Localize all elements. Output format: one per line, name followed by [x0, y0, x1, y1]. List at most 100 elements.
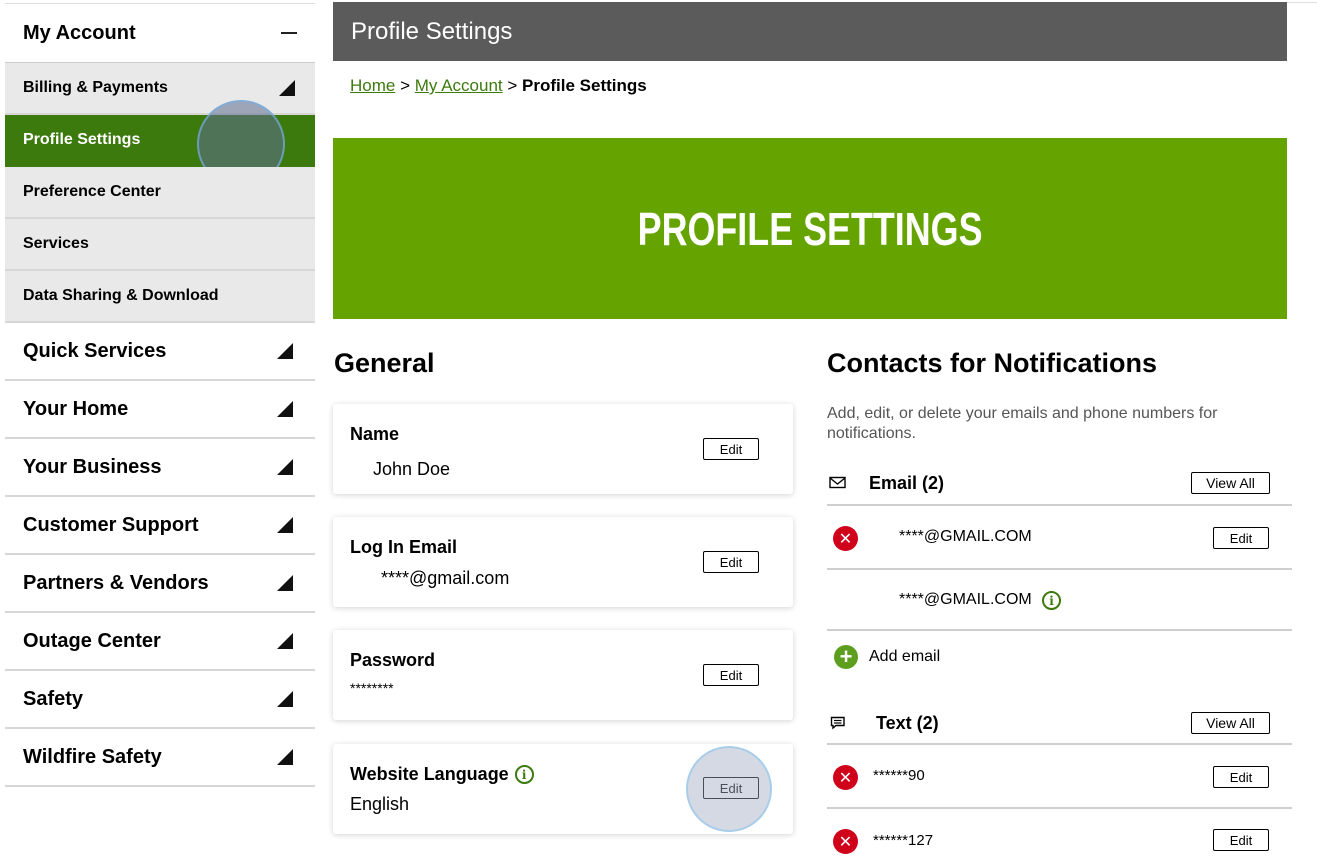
expand-triangle-icon — [277, 691, 293, 707]
text-row: ✕ ******90 Edit — [827, 747, 1292, 807]
delete-icon[interactable]: ✕ — [833, 765, 858, 790]
edit-text-contact-button[interactable]: Edit — [1213, 829, 1269, 851]
sidebar-item-label: Your Home — [23, 397, 129, 420]
page-header-title: Profile Settings — [351, 17, 513, 45]
login-email-card: Log In Email ****@gmail.com Edit — [333, 517, 793, 607]
divider — [827, 568, 1292, 570]
expand-triangle-icon — [277, 459, 293, 475]
email-section-header: Email (2) View All — [827, 463, 1292, 503]
email-section-title: Email (2) — [869, 472, 945, 493]
sidebar-item-label: Partners & Vendors — [23, 571, 209, 594]
expand-triangle-icon — [277, 575, 293, 591]
card-value: ****@gmail.com — [381, 568, 510, 588]
sidebar-item-label: Quick Services — [23, 339, 167, 362]
edit-text-contact-button[interactable]: Edit — [1213, 766, 1269, 788]
email-row: ****@GMAIL.COM i — [827, 572, 1292, 632]
card-label-text: Password — [350, 650, 436, 670]
sidebar-item-outage-center[interactable]: Outage Center — [5, 613, 315, 671]
edit-email-contact-button[interactable]: Edit — [1213, 527, 1269, 549]
collapse-icon[interactable] — [281, 32, 297, 34]
card-value: John Doe — [373, 459, 451, 479]
sidebar-item-label: Profile Settings — [23, 131, 141, 148]
sidebar-item-label: Preference Center — [23, 183, 161, 200]
add-icon[interactable]: + — [834, 645, 858, 669]
page-header-bar: Profile Settings — [333, 2, 1287, 61]
general-heading: General — [334, 348, 435, 378]
sidebar-item-label: Your Business — [23, 455, 162, 478]
expand-triangle-icon — [279, 80, 295, 96]
divider — [827, 504, 1292, 506]
card-value: English — [350, 794, 410, 814]
sidebar-item-data-sharing[interactable]: Data Sharing & Download — [5, 271, 315, 323]
edit-password-button[interactable]: Edit — [703, 664, 759, 686]
info-icon[interactable]: i — [514, 765, 534, 784]
divider — [827, 629, 1292, 631]
page-banner: PROFILE SETTINGS — [333, 138, 1287, 319]
sidebar-item-your-home[interactable]: Your Home — [5, 381, 315, 439]
email-value: ****@GMAIL.COM — [899, 591, 1032, 608]
card-label-text: Name — [350, 424, 400, 444]
sidebar-item-label: Billing & Payments — [23, 79, 168, 96]
text-row: ✕ ******127 Edit — [827, 811, 1292, 861]
divider — [827, 743, 1292, 745]
sidebar-item-preference-center[interactable]: Preference Center — [5, 167, 315, 219]
edit-name-button[interactable]: Edit — [703, 438, 759, 460]
sidebar-item-label: Outage Center — [23, 629, 161, 652]
sidebar-section-title: My Account — [23, 21, 136, 44]
sidebar-item-wildfire-safety[interactable]: Wildfire Safety — [5, 729, 315, 787]
breadcrumb-my-account-link[interactable]: My Account — [415, 76, 503, 95]
info-icon[interactable]: i — [1042, 591, 1061, 610]
breadcrumb-separator: > — [507, 76, 518, 95]
sidebar-item-your-business[interactable]: Your Business — [5, 439, 315, 497]
sidebar-item-label: Wildfire Safety — [23, 745, 162, 768]
sidebar-item-profile-settings[interactable]: Profile Settings — [5, 100, 315, 188]
email-row: ✕ ****@GMAIL.COM Edit — [827, 508, 1292, 568]
card-label-text: Website Language — [350, 764, 509, 784]
expand-triangle-icon — [277, 401, 293, 417]
phone-value: ******90 — [873, 767, 925, 784]
expand-triangle-icon — [277, 749, 293, 765]
email-view-all-button[interactable]: View All — [1191, 472, 1270, 494]
card-label: Password — [350, 650, 435, 671]
click-highlight — [686, 746, 772, 832]
name-card: Name John Doe Edit — [333, 404, 793, 494]
text-section-title: Text (2) — [876, 712, 939, 733]
sidebar-item-customer-support[interactable]: Customer Support — [5, 497, 315, 555]
card-label-text: Log In Email — [350, 537, 458, 557]
sidebar-nav: My Account Billing & Payments Profile Se… — [5, 3, 315, 861]
sidebar-item-quick-services[interactable]: Quick Services — [5, 323, 315, 381]
sidebar-item-label: Safety — [23, 687, 84, 710]
sidebar-item-safety[interactable]: Safety — [5, 671, 315, 729]
contacts-heading: Contacts for Notifications — [827, 348, 1158, 378]
sidebar-item-label: Services — [23, 235, 89, 252]
delete-icon[interactable]: ✕ — [833, 829, 858, 854]
card-label: Log In Email — [350, 537, 457, 558]
contacts-description: Add, edit, or delete your emails and pho… — [827, 405, 1218, 442]
password-card: Password ******** Edit — [333, 630, 793, 720]
delete-icon[interactable]: ✕ — [833, 526, 858, 551]
breadcrumb-home-link[interactable]: Home — [350, 76, 395, 95]
text-section-header: Text (2) View All — [827, 703, 1292, 743]
add-email-link[interactable]: Add email — [869, 648, 940, 666]
breadcrumb-current: Profile Settings — [522, 76, 647, 95]
sidebar-item-label: Data Sharing & Download — [23, 287, 219, 304]
phone-value: ******127 — [873, 832, 934, 849]
expand-triangle-icon — [277, 343, 293, 359]
sidebar-item-label: Customer Support — [23, 513, 199, 536]
email-value: ****@GMAIL.COM — [899, 528, 1032, 545]
expand-triangle-icon — [277, 633, 293, 649]
envelope-icon — [829, 476, 846, 489]
sidebar-section-my-account[interactable]: My Account — [5, 3, 315, 63]
edit-email-button[interactable]: Edit — [703, 551, 759, 573]
sidebar-item-partners-vendors[interactable]: Partners & Vendors — [5, 555, 315, 613]
sidebar-item-services[interactable]: Services — [5, 219, 315, 271]
sidebar-item-billing[interactable]: Billing & Payments — [5, 63, 315, 115]
card-label: Name — [350, 424, 399, 445]
divider — [827, 807, 1292, 809]
card-value: ******** — [350, 680, 394, 696]
text-view-all-button[interactable]: View All — [1191, 712, 1270, 734]
breadcrumb: Home > My Account > Profile Settings — [350, 76, 647, 96]
expand-triangle-icon — [277, 517, 293, 533]
message-icon — [830, 716, 845, 730]
card-label: Website Language i — [350, 764, 534, 785]
